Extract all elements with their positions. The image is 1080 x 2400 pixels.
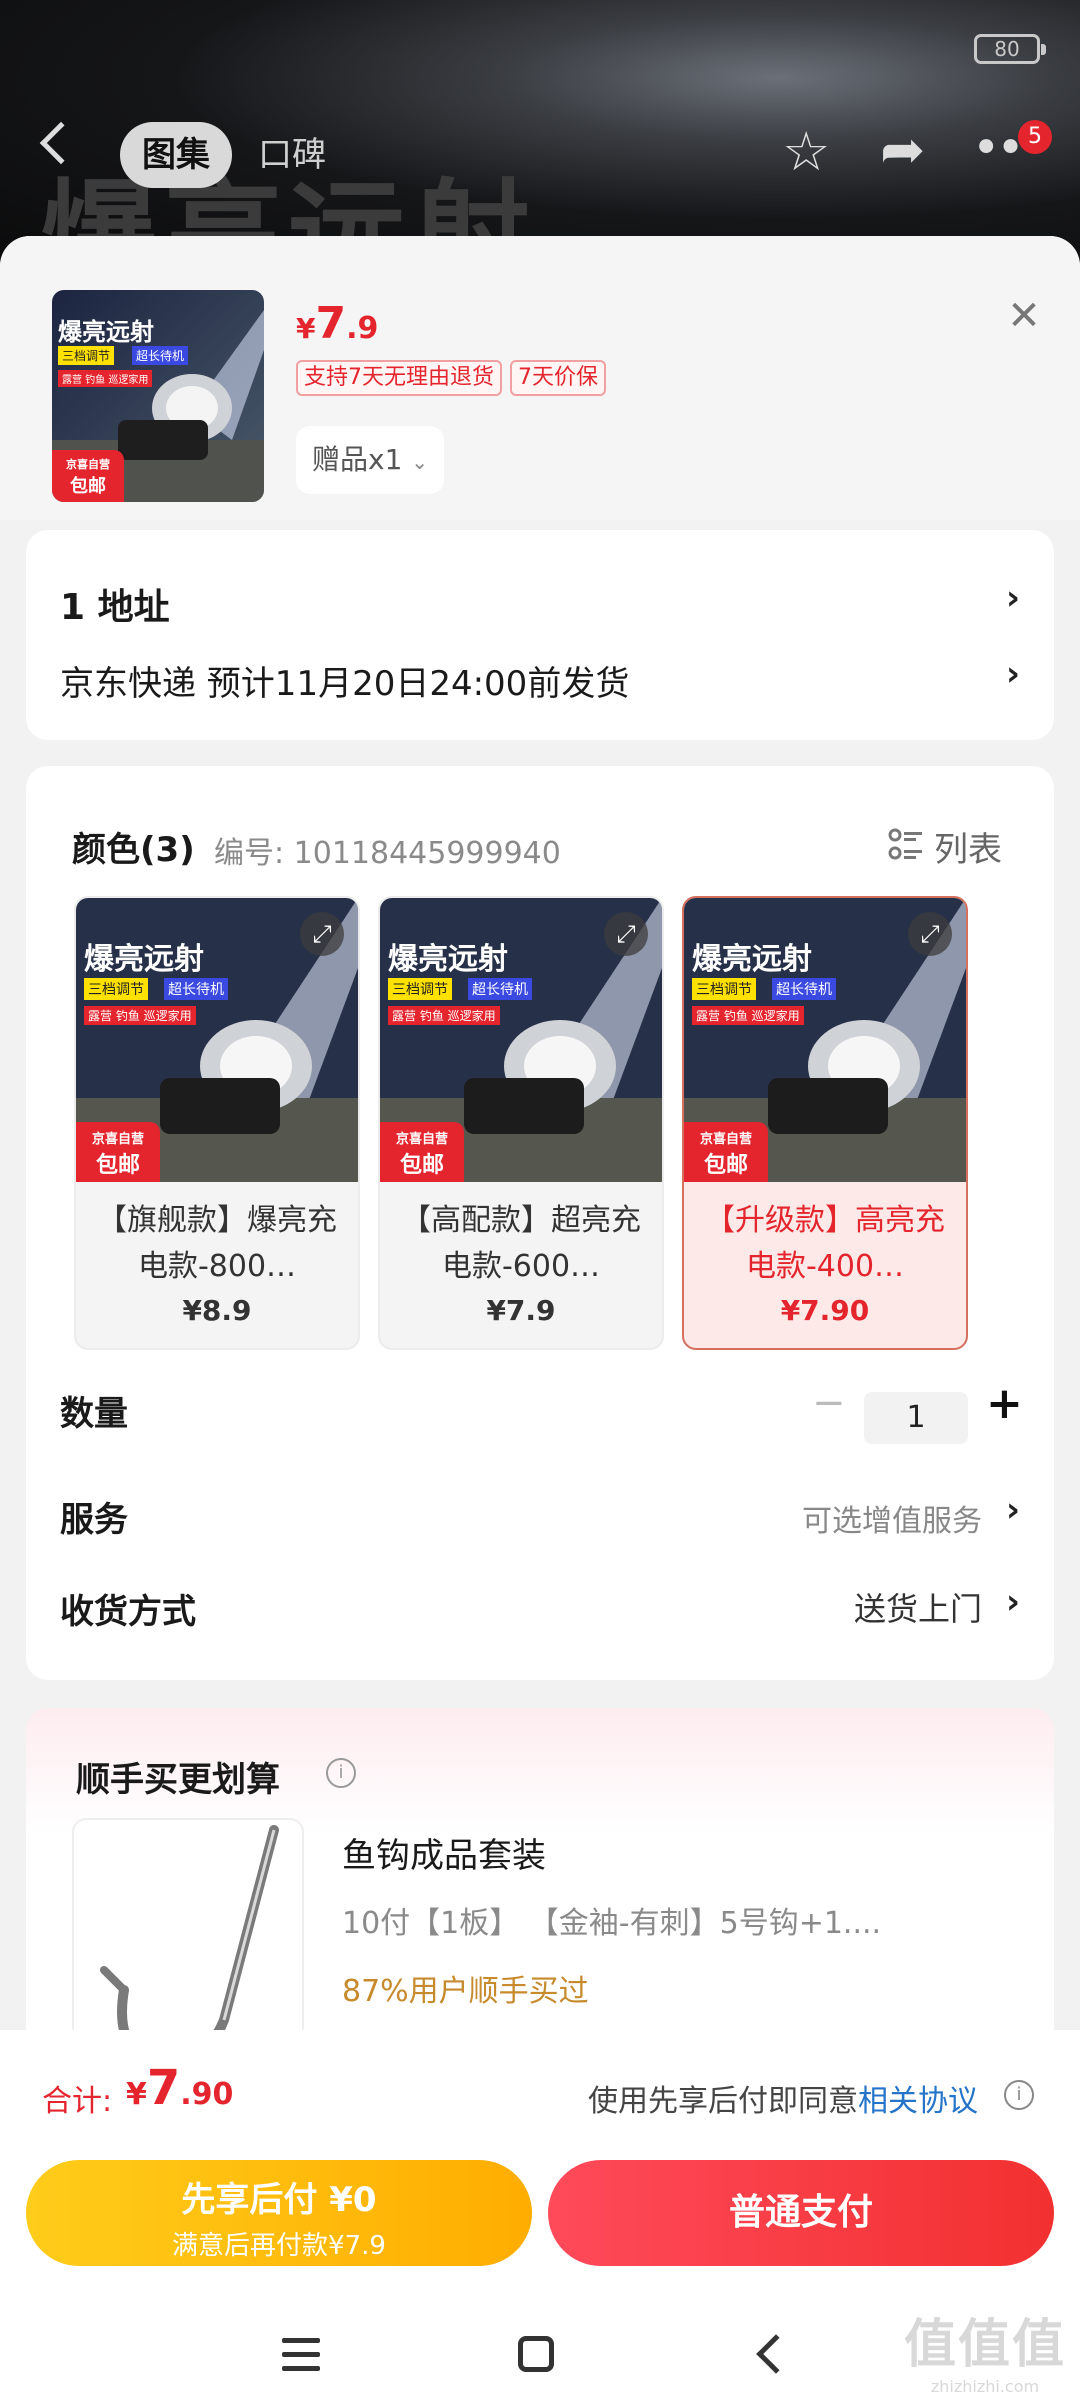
variant-free-shipping-badge: 京喜自营 包邮 [684, 1122, 768, 1182]
variant-name: 【高配款】超亮充电款-600… [401, 1203, 641, 1284]
upsell-social-proof: 87%用户顺手买过 [342, 1974, 589, 2009]
chevron-right-icon[interactable]: › [1006, 654, 1020, 694]
color-option-title: 颜色(3) [72, 830, 195, 870]
recent-apps-icon[interactable] [282, 2338, 320, 2372]
shipping-estimate[interactable]: 京东快递 预计11月20日24:00前发货 [60, 656, 629, 705]
quantity-input[interactable]: 1 [864, 1392, 968, 1444]
product-price: ¥7.9 [296, 298, 379, 349]
tab-reviews[interactable]: 口碑 [258, 130, 326, 180]
variant-art-chip: 超长待机 [468, 978, 532, 1000]
variant-art-chip: 三档调节 [388, 978, 452, 1000]
delivery-method-value[interactable]: 送货上门 [854, 1584, 982, 1630]
variant-option-2[interactable]: 爆亮远射 三档调节 超长待机 露营 钓鱼 巡逻家用 京喜自营 包邮 ⤢ 【高配款… [378, 896, 664, 1350]
total-price: ¥7.90 [126, 2060, 234, 2116]
address-row[interactable]: 1 地址 [60, 578, 170, 630]
thumb-art-chip-3: 露营 钓鱼 巡逻家用 [58, 370, 153, 387]
product-summary: 爆亮远射 三档调节 超长待机 露营 钓鱼 巡逻家用 京喜自营 包邮 ¥7.9 支… [0, 236, 1080, 520]
thumb-art-chip-1: 三档调节 [58, 346, 115, 365]
variant-free-shipping-badge: 京喜自营 包邮 [380, 1122, 464, 1182]
checkout-bar: 合计: ¥7.90 使用先享后付即同意相关协议 i 先享后付 ¥0 满意后再付款… [0, 2030, 1080, 2400]
thumb-art-title: 爆亮远射 [58, 318, 154, 346]
variant-art-chip: 三档调节 [692, 978, 756, 1000]
normal-pay-button[interactable]: 普通支付 [548, 2160, 1054, 2266]
site-watermark: 值值值 zhizhizhi.com [903, 2315, 1066, 2396]
variant-price: ¥7.9 [486, 1294, 556, 1327]
service-label: 服务 [60, 1500, 128, 1540]
thumb-art-chip-2: 超长待机 [132, 346, 189, 365]
variant-art-chip: 露营 钓鱼 巡逻家用 [692, 1006, 804, 1025]
price-protect-tag: 7天价保 [510, 360, 606, 396]
gift-selector[interactable]: 赠品x1 ⌄ [296, 426, 444, 494]
upsell-product-name[interactable]: 鱼钩成品套装 [342, 1828, 546, 1877]
variant-option-3-selected[interactable]: 爆亮远射 三档调节 超长待机 露营 钓鱼 巡逻家用 京喜自营 包邮 ⤢ 【升级款… [682, 896, 968, 1350]
info-icon[interactable]: i [1004, 2080, 1034, 2110]
tab-gallery[interactable]: 图集 [120, 122, 232, 188]
expand-icon[interactable]: ⤢ [908, 912, 952, 956]
agreement-link[interactable]: 相关协议 [858, 2084, 978, 2119]
variant-name: 【升级款】高亮充电款-400… [705, 1203, 945, 1284]
gift-label: 赠品x1 [312, 443, 403, 476]
upsell-title: 顺手买更划算 [76, 1760, 280, 1800]
variant-free-shipping-badge: 京喜自营 包邮 [76, 1122, 160, 1182]
expand-icon[interactable]: ⤢ [300, 912, 344, 956]
variant-art-title: 爆亮远射 [692, 942, 812, 977]
favorite-star-icon[interactable]: ☆ [782, 122, 830, 182]
variant-art-chip: 三档调节 [84, 978, 148, 1000]
agreement-text: 使用先享后付即同意相关协议 [588, 2084, 978, 2119]
share-icon[interactable]: ➦ [880, 120, 925, 180]
info-icon[interactable]: i [326, 1758, 356, 1788]
quantity-label: 数量 [60, 1394, 128, 1434]
sku-code: 编号: 10118445999940 [214, 836, 561, 871]
variant-option-1[interactable]: 爆亮远射 三档调节 超长待机 露营 钓鱼 巡逻家用 京喜自营 包邮 ⤢ 【旗舰款… [74, 896, 360, 1350]
background-product-page: 爆亮远射 80 图集 口碑 ☆ ➦ ••• 5 [0, 0, 1080, 260]
variant-price: ¥8.9 [182, 1294, 252, 1327]
thumb-free-shipping-badge: 京喜自营 包邮 [52, 450, 124, 502]
total-label: 合计: [42, 2084, 113, 2119]
variant-art-chip: 露营 钓鱼 巡逻家用 [388, 1006, 500, 1025]
product-thumbnail: 爆亮远射 三档调节 超长待机 露营 钓鱼 巡逻家用 京喜自营 包邮 [52, 290, 264, 502]
variant-art-title: 爆亮远射 [388, 942, 508, 977]
chevron-right-icon[interactable]: › [1006, 1582, 1020, 1622]
variant-price: ¥7.90 [780, 1294, 870, 1327]
variant-art-chip: 超长待机 [772, 978, 836, 1000]
service-value[interactable]: 可选增值服务 [802, 1496, 982, 1540]
quantity-decrement-button[interactable]: − [812, 1380, 846, 1426]
options-card: 颜色(3) 编号: 10118445999940 列表 爆亮远射 三档调节 超长… [26, 766, 1054, 1680]
notification-badge: 5 [1018, 120, 1052, 154]
expand-icon[interactable]: ⤢ [604, 912, 648, 956]
address-card: 1 地址 › 京东快递 预计11月20日24:00前发货 › [26, 530, 1054, 740]
variant-name: 【旗舰款】爆亮充电款-800… [97, 1203, 337, 1284]
home-icon[interactable] [518, 2336, 554, 2372]
quantity-increment-button[interactable]: + [986, 1378, 1023, 1429]
battery-indicator: 80 [974, 34, 1046, 64]
return-policy-tag: 支持7天无理由退货 [296, 360, 502, 396]
list-view-label[interactable]: 列表 [934, 822, 1002, 871]
upsell-product-spec: 10付【1板】 【金袖-有刺】5号钩+1.... [342, 1906, 882, 1941]
close-icon[interactable]: ✕ [1004, 296, 1044, 336]
pay-later-button[interactable]: 先享后付 ¥0 满意后再付款¥7.9 [26, 2160, 532, 2266]
delivery-method-label: 收货方式 [60, 1592, 196, 1632]
variant-art-chip: 露营 钓鱼 巡逻家用 [84, 1006, 196, 1025]
chevron-right-icon[interactable]: › [1006, 578, 1020, 618]
chevron-right-icon[interactable]: › [1006, 1490, 1020, 1530]
variant-art-chip: 超长待机 [164, 978, 228, 1000]
variant-art-title: 爆亮远射 [84, 942, 204, 977]
system-back-icon[interactable] [756, 2334, 796, 2374]
chevron-down-icon: ⌄ [411, 450, 429, 474]
list-view-icon[interactable] [888, 826, 924, 862]
